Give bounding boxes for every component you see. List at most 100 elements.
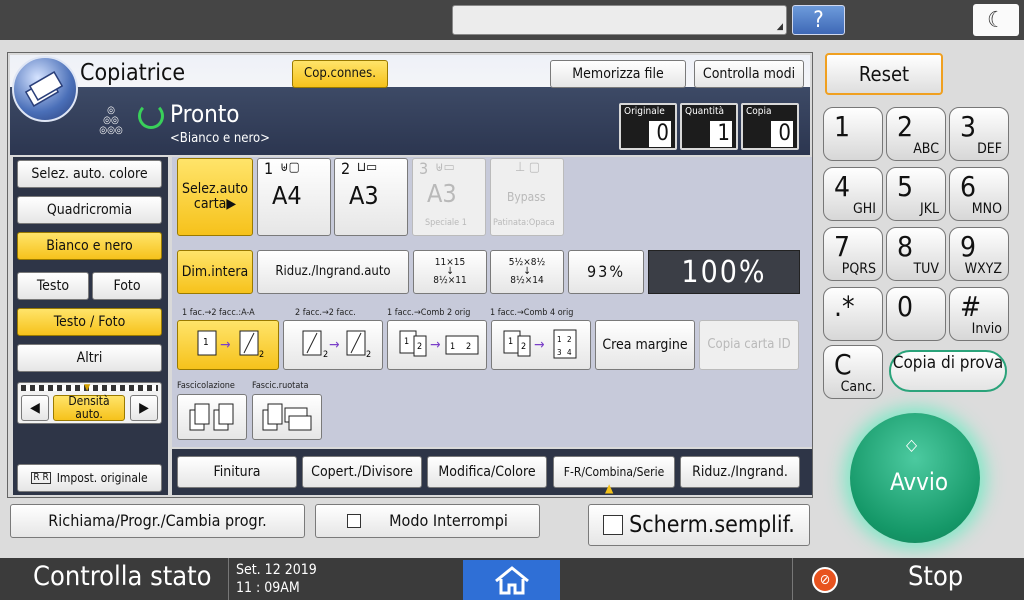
create-margin-button[interactable]: Crea margine — [595, 320, 695, 370]
reset-button[interactable]: Reset — [825, 53, 943, 95]
key-8[interactable]: 8 TUV — [886, 227, 946, 281]
ratio-93-button[interactable]: 93% — [568, 250, 644, 294]
tray-icon: ⊔▭ — [357, 160, 378, 175]
start-button[interactable]: ◇ Avvio — [850, 413, 980, 543]
auto-color-button[interactable]: Selez. auto. colore — [17, 160, 162, 188]
resize-icon: ◢ — [776, 22, 783, 32]
density-increase-button[interactable]: ▶ — [130, 395, 158, 421]
check-modes-button[interactable]: Controlla modi — [694, 60, 804, 88]
key-hash-enter[interactable]: # Invio — [949, 287, 1009, 341]
bypass-tray-button[interactable]: ⊥ ▢ Bypass Patinata:Opaca — [490, 158, 564, 236]
svg-text:2: 2 — [259, 350, 264, 360]
tab-cover-divider[interactable]: Copert./Divisore — [302, 456, 422, 488]
full-color-button[interactable]: Quadricromia — [17, 196, 162, 224]
counter-quantity: Quantità 1 — [680, 103, 738, 150]
svg-text:2: 2 — [521, 342, 526, 352]
connected-copy-button[interactable]: Cop.connes. — [292, 60, 388, 88]
energy-saver-button[interactable]: ☾ — [973, 4, 1019, 36]
copier-logo-icon — [12, 56, 78, 122]
status-subtext: <Bianco e nero> — [170, 131, 270, 146]
svg-text:2: 2 — [466, 342, 471, 352]
check-status-button[interactable]: Controlla stato — [33, 561, 212, 592]
text-photo-button[interactable]: Testo / Foto — [17, 308, 162, 336]
combine-4-button[interactable]: 1 2 → 1 2 3 4 — [491, 320, 591, 370]
key-dot-star[interactable]: .* — [823, 287, 883, 341]
divider — [792, 558, 793, 600]
auto-reduce-enlarge-button[interactable]: Riduz./Ingrand.auto — [257, 250, 409, 294]
original-settings-icon: R R — [31, 471, 51, 485]
tab-duplex-combine-series[interactable]: F-R/Combina/Serie — [553, 456, 675, 488]
ratio-preset-1-button[interactable]: 11×15 ↓ 8½×11 — [413, 250, 487, 294]
tray-2-button[interactable]: 2 ⊔▭ A3 — [334, 158, 408, 236]
clear-key[interactable]: C Canc. — [823, 345, 883, 399]
ready-status-icon — [138, 103, 164, 129]
tray-3-button[interactable]: 3 ⊎▭ A3 Speciale 1 — [412, 158, 486, 236]
key-2[interactable]: 2 ABC — [886, 107, 946, 161]
tab-edit-color[interactable]: Modifica/Colore — [427, 456, 547, 488]
duplex-label-2: 2 facc.→2 facc. — [295, 308, 356, 318]
help-button[interactable]: ? — [792, 5, 845, 35]
id-card-copy-button[interactable]: Copia carta ID — [699, 320, 799, 370]
start-diamond-icon: ◇ — [906, 435, 918, 454]
duplex-2-to-2-icon: 2→2 — [302, 330, 371, 360]
tray-icon: ⊎▭ — [435, 160, 455, 175]
combine-4-icon: 1 2 → 1 23 4 — [503, 329, 577, 359]
duplex-1-2-button[interactable]: 1 → 2 — [177, 320, 279, 370]
key-9[interactable]: 9 WXYZ — [949, 227, 1009, 281]
sort-button[interactable] — [177, 394, 247, 440]
active-tab-indicator-icon: ▲ — [605, 481, 614, 495]
simple-screen-button[interactable]: Scherm.semplif. — [588, 504, 810, 546]
left-arrow-icon: ◀ — [30, 399, 40, 416]
combine-2-icon: 1 2 → 1 2 — [399, 330, 479, 357]
svg-text:1: 1 — [557, 335, 562, 344]
key-4[interactable]: 4 GHI — [823, 167, 883, 221]
stop-icon: ⊘ — [812, 567, 838, 593]
text-mode-button[interactable]: Testo — [17, 272, 89, 300]
density-control: ▼ ◀ Densità auto. ▶ — [17, 382, 162, 424]
ratio-preset-2-button[interactable]: 5½×8½ ↓ 8½×14 — [490, 250, 564, 294]
duplex-2-2-button[interactable]: 2 → 2 — [283, 320, 383, 370]
density-marker-icon: ▼ — [84, 383, 91, 393]
store-file-button[interactable]: Memorizza file — [550, 60, 686, 88]
app-title: Copiatrice — [80, 60, 186, 86]
photo-mode-button[interactable]: Foto — [92, 272, 162, 300]
key-1[interactable]: 1 — [823, 107, 883, 161]
sort-label-2: Fascic.ruotata — [252, 381, 309, 391]
combine-2-button[interactable]: 1 2 → 1 2 — [387, 320, 487, 370]
svg-text:1: 1 — [450, 342, 455, 352]
tray-icon: ⊎▢ — [280, 160, 300, 175]
key-0[interactable]: 0 — [886, 287, 946, 341]
message-field[interactable]: ◢ — [452, 5, 787, 35]
duplex-label-3: 1 facc.→Comb 2 orig — [387, 308, 471, 318]
sort-icon — [189, 403, 234, 431]
counter-copies: Copia 0 — [741, 103, 799, 150]
rotate-sort-icon — [262, 403, 312, 431]
rotate-sort-button[interactable] — [252, 394, 322, 440]
original-settings-button[interactable]: R R Impost. originale — [17, 464, 162, 492]
current-ratio-display: 100% — [648, 250, 800, 294]
interrupt-mode-button[interactable]: Modo Interrompi — [315, 504, 540, 538]
svg-text:1: 1 — [203, 337, 209, 348]
tray-1-button[interactable]: 1 ⊎▢ A4 — [257, 158, 331, 236]
proof-copy-button[interactable]: Copia di prova — [889, 350, 1007, 392]
key-6[interactable]: 6 MNO — [949, 167, 1009, 221]
svg-text:2: 2 — [417, 342, 422, 352]
key-5[interactable]: 5 JKL — [886, 167, 946, 221]
auto-paper-button[interactable]: Selez.auto carta▶ — [177, 158, 253, 236]
other-modes-button[interactable]: Altri — [17, 344, 162, 372]
svg-text:2: 2 — [567, 335, 572, 344]
key-3[interactable]: 3 DEF — [949, 107, 1009, 161]
svg-text:2: 2 — [323, 350, 328, 360]
black-white-button[interactable]: Bianco e nero — [17, 232, 162, 260]
stop-button[interactable]: Stop — [908, 561, 963, 592]
auto-density-button[interactable]: Densità auto. — [53, 395, 125, 421]
key-7[interactable]: 7 PQRS — [823, 227, 883, 281]
tab-reduce-enlarge[interactable]: Riduz./Ingrand. — [680, 456, 800, 488]
tab-finishing[interactable]: Finitura — [177, 456, 297, 488]
svg-text:→: → — [430, 337, 441, 353]
interrupt-checkbox-icon — [347, 514, 362, 528]
home-button[interactable] — [463, 560, 560, 600]
recall-program-button[interactable]: Richiama/Progr./Cambia progr. — [10, 504, 305, 538]
full-size-button[interactable]: Dim.intera — [177, 250, 253, 294]
density-decrease-button[interactable]: ◀ — [21, 395, 49, 421]
